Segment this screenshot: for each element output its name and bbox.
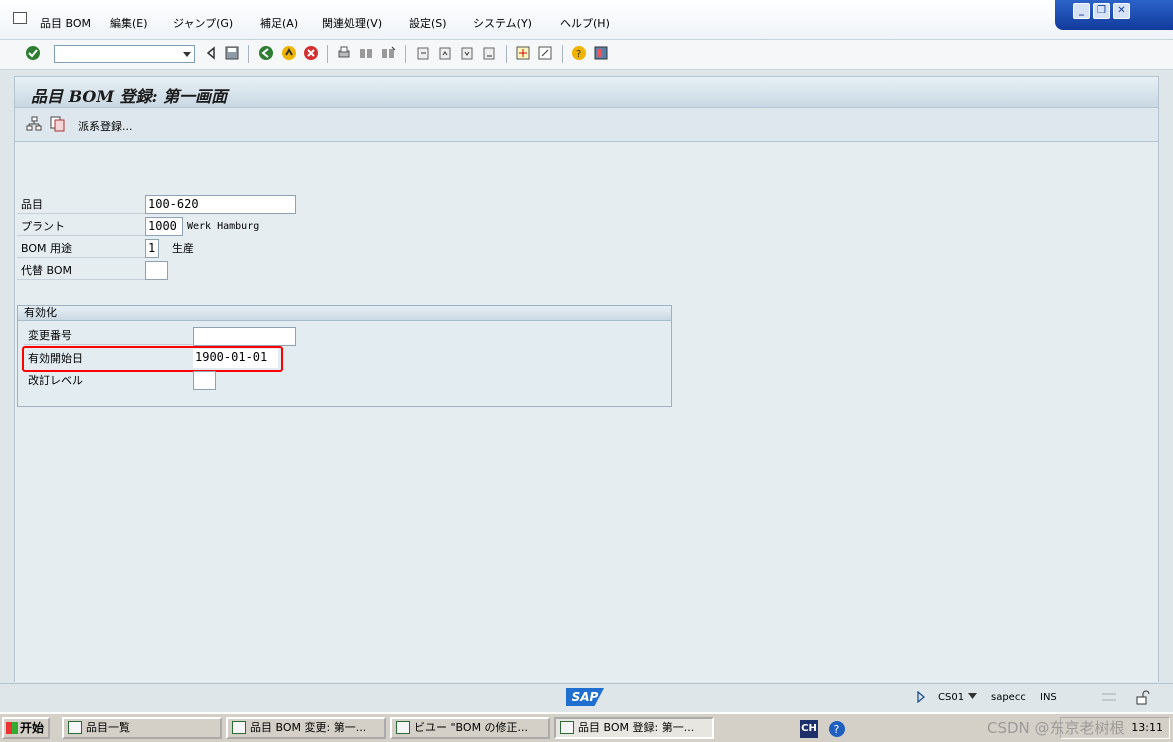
exit-icon[interactable] bbox=[281, 45, 297, 61]
menu-system[interactable]: システム(Y) bbox=[473, 15, 532, 31]
sap-window-icon bbox=[68, 721, 82, 734]
task-label: 品目 BOM 登録: 第一... bbox=[578, 721, 695, 734]
find-next-icon[interactable] bbox=[380, 45, 396, 61]
toolbar-separator bbox=[248, 45, 249, 63]
task-label: 品目 BOM 変更: 第一... bbox=[250, 721, 367, 734]
last-page-icon[interactable] bbox=[481, 45, 497, 61]
triangle-left-icon[interactable] bbox=[203, 45, 219, 61]
revision-level-input[interactable] bbox=[193, 371, 216, 390]
help-icon[interactable]: ? bbox=[828, 720, 846, 738]
validity-group-title: 有効化 bbox=[18, 306, 671, 321]
minimize-icon[interactable]: _ bbox=[1073, 3, 1090, 19]
screen-title-bar: 品目 BOM 登録: 第一画面 bbox=[14, 76, 1159, 108]
toolbar-separator bbox=[327, 45, 328, 63]
page-title: 品目 BOM 登録: 第一画面 bbox=[31, 87, 228, 106]
close-icon[interactable]: ✕ bbox=[1113, 3, 1130, 19]
task-material-list[interactable]: 品目一覧 bbox=[62, 717, 222, 739]
alternative-bom-label: 代替 BOM bbox=[17, 261, 145, 280]
find-icon[interactable] bbox=[358, 45, 374, 61]
bom-usage-label: BOM 用途 bbox=[17, 239, 145, 258]
menu-settings[interactable]: 設定(S) bbox=[409, 15, 447, 31]
highlight-box bbox=[22, 346, 283, 372]
menu-help[interactable]: ヘルプ(H) bbox=[560, 15, 610, 31]
alternative-bom-input[interactable] bbox=[145, 261, 168, 280]
task-bom-view[interactable]: ビユー "BOM の修正... bbox=[390, 717, 550, 739]
start-label: 开始 bbox=[20, 721, 45, 735]
sap-window-icon bbox=[232, 721, 246, 734]
bom-usage-description: 生産 bbox=[172, 242, 194, 255]
menu-bar: 品目 BOM 編集(E) ジャンプ(G) 補足(A) 関連処理(V) 設定(S)… bbox=[0, 0, 1173, 40]
shortcut-icon[interactable] bbox=[537, 45, 553, 61]
enter-icon[interactable] bbox=[25, 45, 41, 61]
triangle-right-icon[interactable] bbox=[916, 691, 926, 703]
copy-icon[interactable] bbox=[50, 116, 66, 132]
toolbar-separator bbox=[562, 45, 563, 63]
sap-window-icon bbox=[396, 721, 410, 734]
clock: 13:11 bbox=[1131, 721, 1163, 734]
menu-goto[interactable]: ジャンプ(G) bbox=[173, 15, 233, 31]
system-menu-icon[interactable] bbox=[13, 12, 27, 24]
menu-edit[interactable]: 編集(E) bbox=[110, 15, 148, 31]
next-page-icon[interactable] bbox=[459, 45, 475, 61]
task-label: ビユー "BOM の修正... bbox=[414, 721, 529, 734]
material-label: 品目 bbox=[17, 195, 145, 214]
bom-usage-input[interactable]: 1 bbox=[145, 239, 159, 258]
chevron-down-icon[interactable] bbox=[968, 693, 977, 699]
menu-material-bom[interactable]: 品目 BOM bbox=[40, 15, 91, 31]
svg-text:?: ? bbox=[576, 49, 581, 60]
task-label: 品目一覧 bbox=[86, 721, 130, 734]
hierarchy-icon[interactable] bbox=[26, 116, 42, 132]
menu-environment[interactable]: 関連処理(V) bbox=[322, 15, 382, 31]
language-indicator[interactable]: CH bbox=[800, 720, 818, 738]
transfer-icon bbox=[1102, 693, 1116, 701]
first-page-icon[interactable] bbox=[415, 45, 431, 61]
windows-logo-icon bbox=[6, 722, 18, 734]
windows-taskbar: 开始 品目一覧 品目 BOM 変更: 第一... ビユー "BOM の修正...… bbox=[0, 712, 1173, 742]
revision-level-label: 改訂レベル bbox=[28, 374, 83, 387]
server-name: sapecc bbox=[991, 692, 1026, 703]
plant-input[interactable]: 1000 bbox=[145, 217, 183, 236]
dispatch-button[interactable]: 派系登録... bbox=[78, 118, 133, 134]
toolbar-separator bbox=[506, 45, 507, 63]
restore-icon[interactable]: ❐ bbox=[1093, 3, 1110, 19]
change-number-label: 変更番号 bbox=[24, 326, 194, 345]
plant-label: プラント bbox=[17, 217, 145, 236]
status-bar: SAP CS01 sapecc INS bbox=[0, 683, 1173, 711]
layout-menu-icon[interactable] bbox=[593, 45, 609, 61]
previous-page-icon[interactable] bbox=[437, 45, 453, 61]
window-controls: _ ❐ ✕ bbox=[1055, 0, 1173, 30]
start-button[interactable]: 开始 bbox=[2, 717, 50, 739]
sap-logo: SAP bbox=[566, 688, 604, 706]
toolbar-separator bbox=[405, 45, 406, 63]
change-number-input[interactable] bbox=[193, 327, 296, 346]
watermark: CSDN @东京老树根 bbox=[987, 719, 1125, 737]
standard-toolbar: ? bbox=[0, 40, 1173, 70]
command-field[interactable] bbox=[54, 45, 195, 63]
save-icon[interactable] bbox=[224, 45, 240, 61]
plant-description: Werk Hamburg bbox=[187, 221, 260, 232]
menu-extras[interactable]: 補足(A) bbox=[260, 15, 298, 31]
help-icon[interactable]: ? bbox=[571, 45, 587, 61]
insert-mode[interactable]: INS bbox=[1040, 692, 1057, 703]
print-icon[interactable] bbox=[336, 45, 352, 61]
new-session-icon[interactable] bbox=[515, 45, 531, 61]
application-toolbar: 派系登録... bbox=[14, 108, 1159, 142]
task-bom-change[interactable]: 品目 BOM 変更: 第一... bbox=[226, 717, 386, 739]
task-bom-create[interactable]: 品目 BOM 登録: 第一... bbox=[554, 717, 714, 739]
cancel-icon[interactable] bbox=[303, 45, 319, 61]
sap-window-icon bbox=[560, 721, 574, 734]
chevron-down-icon[interactable] bbox=[183, 52, 191, 57]
lock-icon[interactable] bbox=[1135, 689, 1151, 705]
material-input[interactable]: 100-620 bbox=[145, 195, 296, 214]
svg-text:?: ? bbox=[834, 723, 840, 736]
transaction-code: CS01 bbox=[938, 692, 965, 703]
main-area bbox=[14, 142, 1159, 682]
back-icon[interactable] bbox=[258, 45, 274, 61]
